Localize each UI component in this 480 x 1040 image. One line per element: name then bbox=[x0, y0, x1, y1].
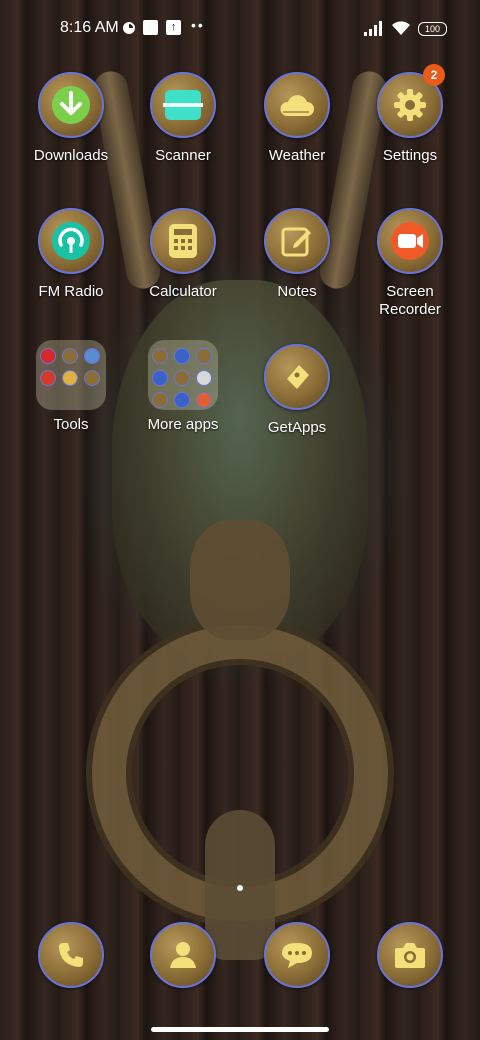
home-gesture-bar[interactable] bbox=[151, 1027, 329, 1032]
status-bar: 8:16 AM ↑ •• 100 bbox=[0, 0, 480, 56]
folder-icon bbox=[148, 340, 218, 410]
app-label: Settings bbox=[382, 147, 438, 164]
folder-more-apps[interactable]: More apps bbox=[128, 340, 238, 434]
more-notifications-icon: •• bbox=[191, 17, 205, 33]
mini-app-icon bbox=[174, 348, 190, 364]
calculator-icon bbox=[150, 208, 216, 274]
app-downloads[interactable]: Downloads bbox=[16, 72, 126, 165]
mini-app-icon bbox=[174, 392, 190, 408]
folder-icon bbox=[36, 340, 106, 410]
app-getapps[interactable]: GetApps bbox=[242, 344, 352, 437]
app-label: Notes bbox=[277, 283, 317, 300]
app-screen-recorder[interactable]: Screen Recorder bbox=[355, 208, 465, 319]
app-weather[interactable]: Weather bbox=[242, 72, 352, 165]
app-label: Tools bbox=[53, 416, 89, 433]
download-icon bbox=[38, 72, 104, 138]
mini-app-icon bbox=[152, 392, 168, 408]
radio-icon bbox=[38, 208, 104, 274]
mini-app-icon bbox=[40, 348, 56, 364]
dock-messages[interactable] bbox=[242, 922, 352, 988]
wallpaper-dragon-snout bbox=[190, 520, 290, 640]
contacts-icon bbox=[150, 922, 216, 988]
app-label: Calculator bbox=[149, 283, 217, 300]
dock-contacts[interactable] bbox=[128, 922, 238, 988]
app-scanner[interactable]: Scanner bbox=[128, 72, 238, 165]
mini-app-icon bbox=[84, 348, 100, 364]
getapps-icon bbox=[264, 344, 330, 410]
app-settings[interactable]: 2 Settings bbox=[355, 64, 465, 165]
dock-phone[interactable] bbox=[16, 922, 126, 988]
wifi-icon bbox=[390, 20, 412, 36]
mini-app-icon bbox=[152, 348, 168, 364]
status-time: 8:16 AM bbox=[60, 19, 119, 36]
notification-upload-icon: ↑ bbox=[166, 20, 181, 35]
app-label: FM Radio bbox=[38, 283, 104, 300]
app-label: Scanner bbox=[155, 147, 211, 164]
app-label: GetApps bbox=[267, 419, 327, 436]
camera-icon bbox=[377, 922, 443, 988]
messages-icon bbox=[264, 922, 330, 988]
app-label: More apps bbox=[147, 416, 219, 433]
mini-app-icon bbox=[62, 348, 78, 364]
scanner-icon bbox=[150, 72, 216, 138]
mini-app-icon bbox=[40, 370, 56, 386]
app-label: Screen Recorder bbox=[379, 283, 441, 318]
page-indicator bbox=[236, 878, 252, 891]
app-calculator[interactable]: Calculator bbox=[128, 208, 238, 301]
notification-app-icon bbox=[122, 20, 136, 36]
notes-icon bbox=[264, 208, 330, 274]
notification-badge: 2 bbox=[423, 64, 445, 86]
mini-app-icon bbox=[196, 392, 212, 408]
screen-recorder-icon bbox=[377, 208, 443, 274]
mini-app-icon bbox=[196, 370, 212, 386]
battery-indicator: 100 bbox=[418, 22, 447, 36]
phone-icon bbox=[38, 922, 104, 988]
signal-icon bbox=[364, 20, 384, 36]
mini-app-icon bbox=[152, 370, 168, 386]
folder-tools[interactable]: Tools bbox=[16, 340, 126, 434]
app-label: Downloads bbox=[33, 147, 109, 164]
dock-camera[interactable] bbox=[355, 922, 465, 988]
mini-app-icon bbox=[196, 348, 212, 364]
app-fm-radio[interactable]: FM Radio bbox=[16, 208, 126, 301]
mini-app-icon bbox=[174, 370, 190, 386]
gear-icon: 2 bbox=[377, 64, 445, 138]
notification-square-icon bbox=[143, 20, 158, 35]
app-label: Weather bbox=[268, 147, 326, 164]
weather-icon bbox=[264, 72, 330, 138]
mini-app-icon bbox=[84, 370, 100, 386]
page-dot bbox=[237, 885, 243, 891]
app-notes[interactable]: Notes bbox=[242, 208, 352, 301]
mini-app-icon bbox=[62, 370, 78, 386]
